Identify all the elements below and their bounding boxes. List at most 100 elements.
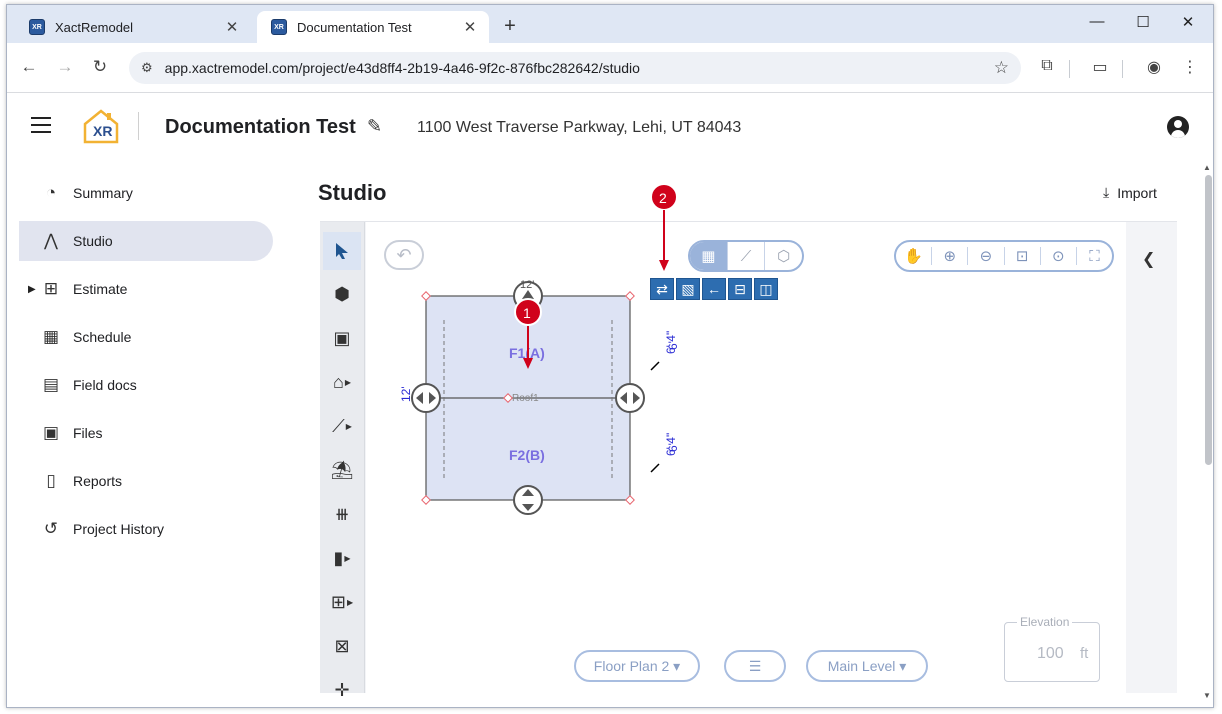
sidebar-item-studio[interactable]: ⋀ Studio [19, 221, 273, 261]
zoom-fit-button[interactable]: ⊙ [1041, 247, 1077, 265]
toolbar-divider [1069, 60, 1070, 78]
sidebar-item-label: Estimate [73, 281, 128, 297]
address-bar[interactable]: ⚙ app.xactremodel.com/project/e43d8ff4-2… [129, 52, 1021, 84]
zoom-in-button[interactable]: ⊕ [932, 247, 969, 265]
sidebar-item-files[interactable]: ▣ Files [7, 413, 287, 453]
images-icon: ▣ [42, 423, 60, 442]
elevation-label: Elevation [1017, 615, 1073, 629]
import-button[interactable]: ⤓ Import [1103, 184, 1157, 201]
studio-canvas-frame: ⬢ ▣ ⌂ ▶ ⟋ ▶ ⛱ ⧻ ▮ ▶ ⊞ ▶ ⊠ ✛ ↶ ▦ ⟋ ⬡ ✋ ⊕ ⊖ ⊡ [320, 183, 1177, 700]
zoom-out-button[interactable]: ⊖ [968, 247, 1005, 265]
drawing-canvas[interactable]: ↶ ▦ ⟋ ⬡ ✋ ⊕ ⊖ ⊡ ⊙ ⛶ ⇄ ▧ ← ⊟ ◫ F1(A) F2(B… [366, 183, 1126, 693]
more-tool[interactable]: ✛ [323, 671, 361, 707]
select-pointer-tool[interactable] [323, 232, 361, 270]
resize-handle-bottom[interactable] [513, 485, 543, 515]
sidebar-item-summary[interactable]: ◔ Summary [7, 173, 287, 213]
house-icon: ⌂ [332, 371, 344, 392]
reload-icon[interactable]: ↻ [89, 57, 111, 77]
sidebar-item-label: Summary [73, 185, 133, 201]
roof-split-vertical-button[interactable]: ◫ [754, 278, 778, 300]
floorplan-view-button[interactable]: ▦ [690, 242, 728, 270]
sidebar-item-reports[interactable]: ▯ Reports [7, 461, 287, 501]
calendar-icon: ▦ [42, 327, 60, 346]
hamburger-menu-icon[interactable] [31, 117, 51, 133]
room-label-f2[interactable]: F2(B) [509, 447, 545, 463]
pitch-arrow-upper [650, 361, 660, 371]
door-tool[interactable]: ▮ ▶ [323, 539, 361, 577]
floor-plan-dropdown[interactable]: Floor Plan 2 ▾ [574, 650, 700, 682]
scroll-up-arrow-icon[interactable]: ▲ [1203, 163, 1211, 172]
split-horizontal-icon: ⊟ [734, 280, 746, 297]
fullscreen-button[interactable]: ⛶ [1077, 248, 1112, 265]
callout-1-number: 1 [523, 305, 531, 321]
sidebar-item-label: Project History [73, 521, 165, 537]
new-tab-button[interactable]: + [499, 15, 521, 38]
roof-direction-button[interactable]: ← [702, 278, 726, 300]
3d-view-button[interactable]: ⬡ [765, 242, 802, 270]
room-tool[interactable]: ▣ [323, 319, 361, 357]
submenu-arrow-icon: ▶ [344, 553, 351, 563]
maximize-button[interactable]: ☐ [1128, 13, 1158, 31]
document-icon: ▯ [46, 471, 56, 490]
sidebar-item-field-docs[interactable]: ▤ Field docs [7, 365, 287, 405]
sidebar-item-schedule[interactable]: ▦ Schedule [7, 317, 287, 357]
resize-handle-left[interactable] [411, 383, 441, 413]
pencil-edit-icon[interactable]: ✎ [367, 116, 382, 137]
cast-icon[interactable]: ▭ [1089, 57, 1111, 77]
close-icon[interactable]: ✕ [223, 18, 241, 36]
sidebar-item-estimate[interactable]: ▶ ⊞ Estimate [7, 269, 287, 309]
opening-tool[interactable]: ⊠ [323, 627, 361, 665]
pointer-icon [336, 243, 348, 259]
pan-hand-button[interactable]: ✋ [896, 247, 933, 265]
page-scrollbar[interactable]: ▲ ▼ [1203, 163, 1213, 703]
site-settings-icon[interactable]: ⚙ [141, 60, 153, 76]
xactremodel-logo[interactable]: XR [81, 108, 121, 144]
scroll-thumb[interactable] [1205, 175, 1212, 465]
close-window-button[interactable]: ✕ [1173, 13, 1203, 31]
deck-tool[interactable]: ⛱ [323, 451, 361, 489]
caret-right-icon[interactable]: ▶ [28, 284, 36, 295]
minimize-button[interactable]: — [1082, 13, 1112, 30]
house-tool[interactable]: ⌂ ▶ [323, 363, 361, 401]
settings-sliders-button[interactable]: ☰ [724, 650, 786, 682]
callout-2: 2 [650, 183, 678, 271]
back-arrow-icon[interactable]: ← [18, 57, 40, 77]
resize-handle-right[interactable] [615, 383, 645, 413]
floorplan-icon: ▦ [701, 248, 716, 265]
roof-tool[interactable]: ⬢ [323, 275, 361, 313]
history-icon: ↺ [43, 519, 59, 538]
elevation-field[interactable]: Elevation 100 ft [1004, 615, 1100, 682]
sidebar-nav: ◔ Summary ⋀ Studio ▶ ⊞ Estimate ▦ Schedu… [7, 173, 287, 557]
roof-split-horizontal-button[interactable]: ⊟ [728, 278, 752, 300]
xactremodel-favicon-icon: XR [271, 19, 287, 35]
clipboard-icon: ▤ [42, 375, 60, 394]
import-label: Import [1117, 184, 1157, 201]
level-dropdown[interactable]: Main Level ▾ [806, 650, 928, 682]
missing-wall-icon: ⊠ [334, 635, 350, 656]
tab-xactremodel[interactable]: XR XactRemodel ✕ [15, 11, 251, 43]
undo-button[interactable]: ↶ [384, 240, 424, 270]
fullscreen-icon: ⛶ [1089, 247, 1100, 265]
zoom-area-button[interactable]: ⊡ [1005, 247, 1041, 265]
stairs-tool[interactable]: ⟋ ▶ [323, 407, 361, 445]
menu-dots-icon[interactable]: ⋮ [1179, 57, 1201, 77]
speedometer-icon: ◔ [45, 183, 57, 202]
elevation-view-button[interactable]: ⟋ [728, 242, 766, 270]
zoom-out-icon: ⊖ [979, 248, 993, 265]
project-title: Documentation Test [165, 116, 356, 138]
star-icon[interactable]: ☆ [994, 58, 1009, 78]
fence-tool[interactable]: ⧻ [323, 495, 361, 533]
sidebar-item-project-history[interactable]: ↺ Project History [7, 509, 287, 549]
chevron-left-icon[interactable]: ❮ [1142, 249, 1155, 269]
pitch-arrow-lower [650, 463, 660, 473]
scroll-down-arrow-icon[interactable]: ▼ [1203, 691, 1211, 700]
tab-documentation-test[interactable]: XR Documentation Test ✕ [257, 11, 489, 43]
close-icon[interactable]: ✕ [461, 18, 479, 36]
account-icon[interactable] [1167, 116, 1189, 138]
extensions-icon[interactable]: ⧉ [1036, 57, 1058, 75]
submenu-arrow-icon: ▶ [346, 597, 354, 607]
window-tool[interactable]: ⊞ ▶ [323, 583, 361, 621]
profile-icon[interactable]: ◉ [1143, 57, 1165, 77]
forward-arrow-icon[interactable]: → [54, 57, 76, 77]
view-mode-toggle: ▦ ⟋ ⬡ [688, 240, 804, 272]
